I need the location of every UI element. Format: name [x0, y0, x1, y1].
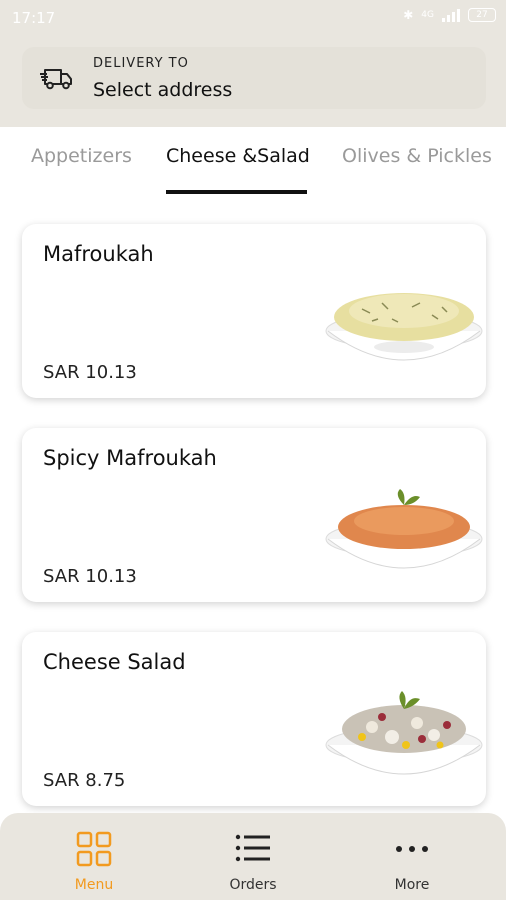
tab-olives-pickles[interactable]: Olives & Pickles	[342, 145, 492, 167]
item-name: Mafroukah	[43, 242, 154, 266]
nav-more-label: More	[394, 877, 430, 893]
item-name: Cheese Salad	[43, 650, 186, 674]
bottom-navigation: Menu Orders More	[0, 813, 506, 900]
status-bar: 17:17 ✱ 4G 27	[0, 0, 506, 36]
nav-menu[interactable]: Menu	[34, 813, 154, 900]
menu-item-card[interactable]: Spicy Mafroukah SAR 10.13	[22, 428, 486, 602]
delivery-address-button[interactable]: DELIVERY TO Select address	[22, 47, 486, 109]
item-price: SAR 10.13	[43, 566, 137, 587]
menu-item-card[interactable]: Mafroukah SAR 10.13	[22, 224, 486, 398]
nav-more[interactable]: More	[352, 813, 472, 900]
delivery-address-value: Select address	[93, 79, 233, 101]
item-name: Spicy Mafroukah	[43, 446, 217, 470]
grid-icon	[76, 831, 112, 867]
status-time: 17:17	[12, 9, 56, 27]
cheese-salad-dish-image	[325, 691, 483, 775]
list-icon	[235, 834, 270, 862]
spicy-mafroukah-dish-image	[325, 489, 483, 569]
mafroukah-dish-image	[325, 293, 483, 361]
network-label: 4G	[421, 10, 434, 20]
more-icon	[396, 846, 428, 852]
active-tab-indicator	[166, 190, 307, 194]
nav-menu-label: Menu	[74, 877, 114, 893]
menu-item-card[interactable]: Cheese Salad SAR 8.75	[22, 632, 486, 806]
battery-icon: 27	[468, 8, 496, 22]
status-icons: ✱ 4G 27	[403, 8, 496, 22]
delivery-truck-icon	[40, 69, 72, 90]
tab-cheese-salad[interactable]: Cheese &Salad	[166, 145, 310, 167]
category-tabs: Appetizers Cheese &Salad Olives & Pickle…	[0, 127, 506, 197]
tab-appetizers[interactable]: Appetizers	[31, 145, 132, 167]
signal-icon	[442, 8, 460, 22]
bluetooth-icon: ✱	[403, 8, 414, 22]
delivery-label: DELIVERY TO	[93, 56, 189, 71]
item-price: SAR 10.13	[43, 362, 137, 383]
nav-orders[interactable]: Orders	[193, 813, 313, 900]
nav-orders-label: Orders	[229, 877, 277, 893]
item-price: SAR 8.75	[43, 770, 126, 791]
